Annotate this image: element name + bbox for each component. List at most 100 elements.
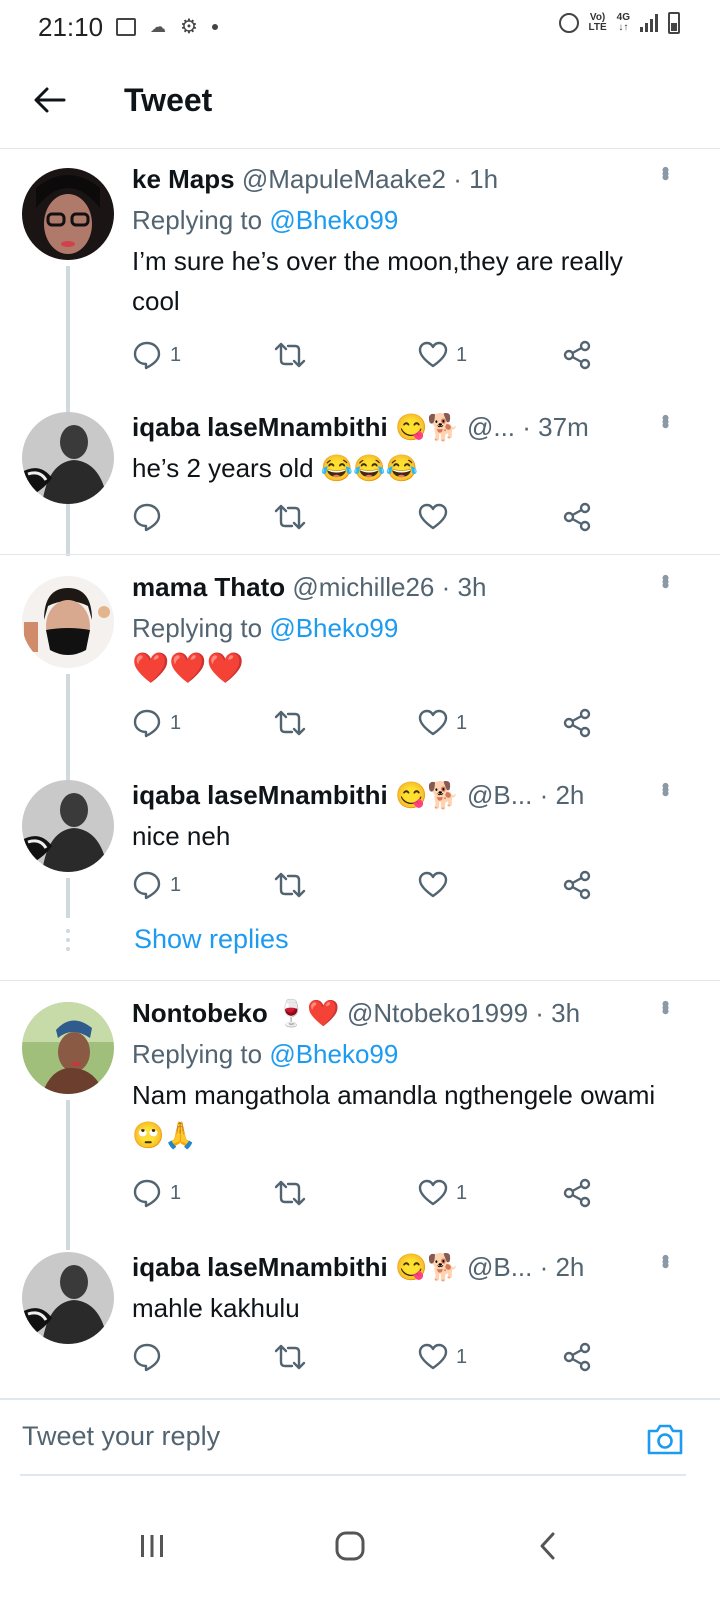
reply-button[interactable] <box>132 502 170 532</box>
tweet-actions <box>132 502 602 538</box>
mention-link[interactable]: @Bheko99 <box>269 613 398 643</box>
user-handle[interactable]: @MapuleMaake2 <box>242 164 446 194</box>
reply-input[interactable] <box>20 1420 624 1453</box>
display-name[interactable]: iqaba laseMnambithi <box>132 412 388 442</box>
more-options-icon[interactable]: ••• <box>653 166 678 177</box>
reply-composer <box>0 1398 720 1480</box>
more-options-icon[interactable]: ••• <box>653 574 678 585</box>
tweet-time[interactable]: · 1h <box>453 164 498 194</box>
like-button[interactable]: 1 <box>418 340 467 370</box>
thread-line <box>66 674 70 789</box>
like-button[interactable]: 1 <box>418 708 467 738</box>
tweet-time[interactable]: · 3h <box>442 572 487 602</box>
show-replies-link[interactable]: Show replies <box>134 924 289 955</box>
reply-icon <box>133 709 161 738</box>
tweet-text: he’s 2 years old 😂😂😂 <box>132 453 418 483</box>
tweet-actions: 1 <box>132 1342 602 1378</box>
camera-button[interactable] <box>646 1422 684 1461</box>
retweet-button[interactable] <box>274 870 306 900</box>
tweet-header: mama Thato @michille26 · 3h <box>132 570 660 604</box>
reply-count: 1 <box>170 1181 182 1204</box>
like-button[interactable]: 1 <box>418 1178 467 1208</box>
network-arrows: ↓↑ <box>618 22 629 33</box>
tweet-time[interactable]: · 2h <box>540 1252 585 1282</box>
like-button[interactable] <box>418 502 456 532</box>
avatar[interactable] <box>22 1002 114 1094</box>
reply-button[interactable]: 1 <box>132 870 181 900</box>
tweet-time[interactable]: · 3h <box>535 998 580 1028</box>
reply-button[interactable] <box>132 1342 170 1372</box>
reply-button[interactable]: 1 <box>132 1178 181 1208</box>
more-options-icon[interactable]: ••• <box>653 782 678 793</box>
share-button[interactable] <box>562 708 592 738</box>
retweet-button[interactable] <box>274 340 306 370</box>
display-name[interactable]: ke Maps <box>132 164 235 194</box>
tweet-content: ke Maps @MapuleMaake2 · 1h Replying to @… <box>132 162 660 321</box>
reply-button[interactable]: 1 <box>132 340 181 370</box>
retweet-icon <box>274 710 306 736</box>
display-name[interactable]: Nontobeko <box>132 998 268 1028</box>
share-button[interactable] <box>562 1178 592 1208</box>
reply-icon <box>133 341 161 370</box>
back-button[interactable] <box>30 80 70 120</box>
like-button[interactable] <box>418 870 456 900</box>
signal-icon <box>640 14 658 32</box>
reply-button[interactable]: 1 <box>132 708 181 738</box>
user-handle[interactable]: @... <box>467 412 515 442</box>
back-arrow-icon <box>34 87 66 113</box>
network-indicator: 4G ↓↑ <box>617 13 630 33</box>
mention-link[interactable]: @Bheko99 <box>269 205 398 235</box>
avatar[interactable] <box>22 780 114 872</box>
retweet-icon <box>274 872 306 898</box>
status-icons-left: ☁ ⚙ <box>116 14 218 39</box>
retweet-button[interactable] <box>274 502 306 532</box>
display-name[interactable]: mama Thato <box>132 572 285 602</box>
tweet-text: Nam mangathola amandla ngthengele owami🙄… <box>132 1080 656 1150</box>
avatar[interactable] <box>22 576 114 668</box>
user-handle[interactable]: @Ntobeko1999 <box>347 998 528 1028</box>
user-handle[interactable]: @michille26 <box>292 572 434 602</box>
volte-bottom: LTE <box>588 22 607 33</box>
mention-link[interactable]: @Bheko99 <box>269 1039 398 1069</box>
avatar[interactable] <box>22 412 114 504</box>
system-back-button[interactable] <box>518 1516 578 1576</box>
retweet-icon <box>274 1180 306 1206</box>
heart-icon <box>418 1343 448 1370</box>
user-handle[interactable]: @B... <box>467 780 532 810</box>
share-button[interactable] <box>562 340 592 370</box>
tweet-time[interactable]: · 2h <box>540 780 585 810</box>
tweet-content: iqaba laseMnambithi 😋🐕 @B... · 2h mahle … <box>132 1250 660 1328</box>
heart-icon <box>418 709 448 736</box>
reply-count: 1 <box>170 711 182 734</box>
volte-indicator: Vo) LTE <box>589 13 607 33</box>
share-button[interactable] <box>562 870 592 900</box>
home-button[interactable] <box>320 1516 380 1576</box>
replying-to: Replying to @Bheko99 <box>132 1037 660 1071</box>
avatar[interactable] <box>22 1252 114 1344</box>
retweet-button[interactable] <box>274 1178 306 1208</box>
recent-apps-button[interactable] <box>122 1516 182 1576</box>
name-emojis: 😋🐕 <box>394 780 460 810</box>
alarm-icon <box>558 13 579 33</box>
user-handle[interactable]: @B... <box>467 1252 532 1282</box>
like-button[interactable]: 1 <box>418 1342 467 1372</box>
display-name[interactable]: iqaba laseMnambithi <box>132 1252 388 1282</box>
reply-count: 1 <box>170 343 182 366</box>
tweet-header: iqaba laseMnambithi 😋🐕 @... · 37m <box>132 410 660 444</box>
retweet-button[interactable] <box>274 1342 306 1372</box>
share-button[interactable] <box>562 502 592 532</box>
more-options-icon[interactable]: ••• <box>653 1254 678 1265</box>
more-options-icon[interactable]: ••• <box>653 1000 678 1011</box>
thread-line <box>66 878 70 918</box>
avatar[interactable] <box>22 168 114 260</box>
tweet-time[interactable]: · 37m <box>522 412 588 442</box>
replying-prefix: Replying to <box>132 1039 263 1069</box>
tweet-content: iqaba laseMnambithi 😋🐕 @B... · 2h nice n… <box>132 778 660 856</box>
retweet-button[interactable] <box>274 708 306 738</box>
share-icon <box>563 1178 591 1208</box>
more-options-icon[interactable]: ••• <box>653 414 678 425</box>
display-name[interactable]: iqaba laseMnambithi <box>132 780 388 810</box>
share-button[interactable] <box>562 1342 592 1372</box>
system-nav-bar <box>0 1490 720 1600</box>
name-emojis: 🍷❤️ <box>275 998 340 1028</box>
